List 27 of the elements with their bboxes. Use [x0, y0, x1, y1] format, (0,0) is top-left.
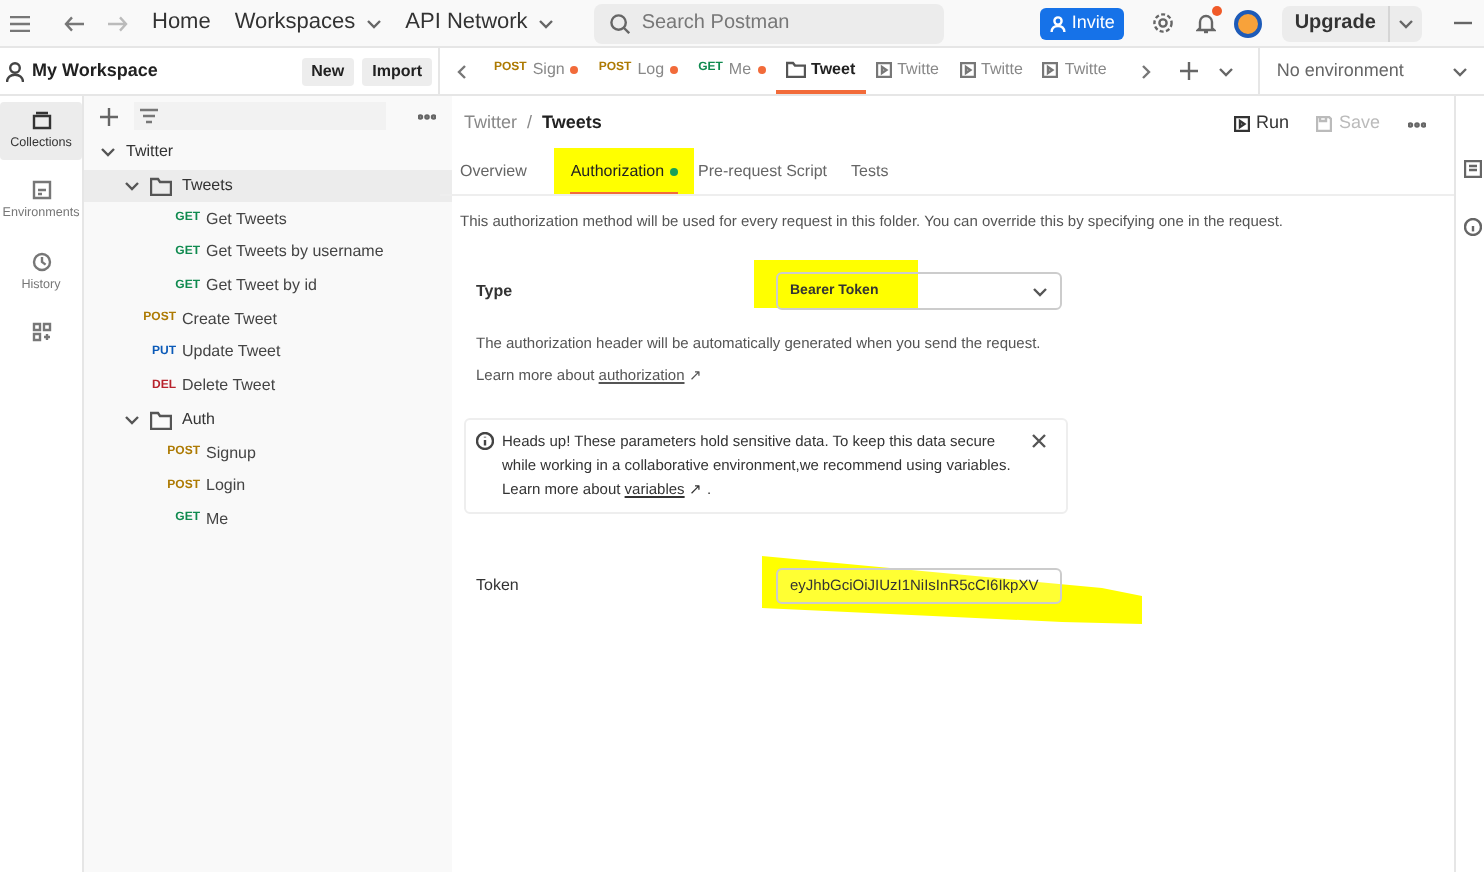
header-button[interactable]: New	[301, 57, 355, 85]
environment-select[interactable]: No environment	[1258, 48, 1484, 94]
upgrade-button[interactable]: Upgrade	[1282, 5, 1422, 41]
nav-menu[interactable]: API Network	[405, 6, 554, 40]
breadcrumb-separator: /	[527, 110, 533, 137]
nav-menu[interactable]: Workspaces	[234, 6, 382, 40]
search-field[interactable]: Search Postman	[593, 3, 944, 43]
nav-menu[interactable]: Home	[152, 6, 211, 40]
field-label: Token	[476, 573, 521, 598]
invite-button[interactable]: Invite	[1039, 7, 1125, 39]
breadcrumb-link[interactable]: Twitter	[464, 110, 518, 138]
folder-item[interactable]: Tweets	[84, 169, 452, 203]
request-tab[interactable]: Twitte	[949, 48, 1033, 94]
section-tab[interactable]: Tests	[851, 152, 889, 194]
workspace-title: My Workspace	[32, 57, 158, 84]
section-tab[interactable]: Pre-request Script	[698, 152, 828, 194]
breadcrumb-current: Tweets	[542, 110, 602, 137]
request-tab[interactable]: Tweet	[775, 48, 866, 94]
section-tab[interactable]: Overview	[460, 152, 527, 194]
request-tab[interactable]: Twitte	[1032, 48, 1117, 94]
header-button[interactable]: Import	[362, 57, 432, 85]
section-tab[interactable]: Authorization	[570, 152, 679, 194]
folder-item[interactable]: Auth	[84, 403, 452, 437]
collection-item[interactable]: Twitter	[84, 136, 452, 170]
field-label: Type	[476, 279, 515, 304]
request-tab[interactable]: Twitte	[865, 48, 950, 94]
run-button[interactable]: Run	[1233, 110, 1289, 138]
